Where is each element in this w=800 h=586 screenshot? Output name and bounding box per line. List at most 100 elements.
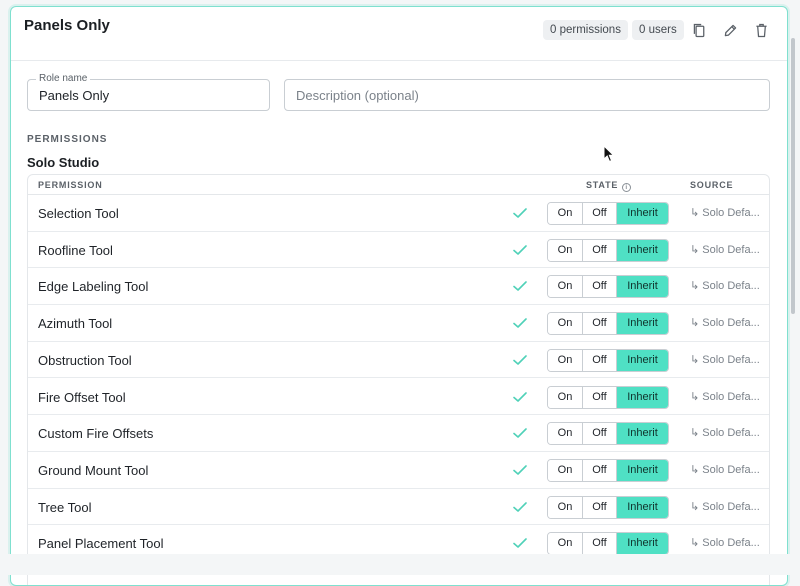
state-on-button[interactable]: On <box>548 496 583 518</box>
column-header-permission: PERMISSION <box>38 180 103 190</box>
state-inherit-button[interactable]: Inherit <box>617 533 668 555</box>
permission-row: Azimuth Tool On Off Inherit ↳ Solo Defa... <box>28 305 769 342</box>
state-off-button[interactable]: Off <box>583 533 617 555</box>
permission-row: Roofline Tool On Off Inherit ↳ Solo Defa... <box>28 232 769 269</box>
permission-source[interactable]: ↳ Solo Defa... <box>690 353 760 366</box>
permission-row: Tree Tool On Off Inherit ↳ Solo Defa... <box>28 489 769 526</box>
description-field[interactable]: Description (optional) <box>284 79 770 111</box>
column-header-state: STATE i <box>586 180 632 192</box>
permission-row: Obstruction Tool On Off Inherit ↳ Solo Defa.… <box>28 342 769 379</box>
users-count-badge: 0 users <box>632 20 684 40</box>
check-icon <box>513 465 527 475</box>
permission-source[interactable]: ↳ Solo Defa... <box>690 279 760 292</box>
permission-name: Fire Offset Tool <box>38 389 126 405</box>
permissions-table-header: PERMISSION STATE i SOURCE <box>28 175 769 195</box>
state-off-button[interactable]: Off <box>583 203 617 224</box>
permission-row: Custom Fire Offsets On Off Inherit ↳ Solo De… <box>28 415 769 452</box>
permission-group-title: Solo Studio <box>27 155 100 170</box>
trash-icon[interactable] <box>750 19 772 41</box>
permission-name: Azimuth Tool <box>38 316 113 332</box>
state-inherit-button[interactable]: Inherit <box>617 203 668 224</box>
state-toggle: On Off Inherit <box>547 202 669 225</box>
description-placeholder: Description (optional) <box>296 88 419 103</box>
state-on-button[interactable]: On <box>548 349 583 371</box>
state-on-button[interactable]: On <box>548 459 583 481</box>
check-icon <box>513 428 527 438</box>
permission-name: Obstruction Tool <box>38 352 132 368</box>
check-icon <box>513 538 527 549</box>
check-icon <box>513 244 527 255</box>
state-inherit-button[interactable]: Inherit <box>617 386 668 408</box>
permission-name: Ground Mount Tool <box>38 462 149 478</box>
state-toggle: On Off Inherit <box>547 275 669 299</box>
state-on-button[interactable]: On <box>548 239 583 261</box>
state-on-button[interactable]: On <box>548 386 583 408</box>
pencil-icon[interactable] <box>719 19 741 41</box>
permission-source[interactable]: ↳ Solo Defa... <box>690 536 760 549</box>
state-inherit-button[interactable]: Inherit <box>617 313 668 335</box>
role-card: Panels Only 0 permissions 0 users Role n… <box>10 6 788 586</box>
state-toggle: On Off Inherit <box>547 348 669 372</box>
state-off-button[interactable]: Off <box>583 496 617 518</box>
check-icon <box>513 354 527 365</box>
permission-source[interactable]: ↳ Solo Defa... <box>690 426 760 439</box>
scrollbar[interactable] <box>791 38 795 314</box>
state-inherit-button[interactable]: Inherit <box>617 276 668 298</box>
state-on-button[interactable]: On <box>548 533 583 555</box>
role-title: Panels Only <box>24 17 110 34</box>
state-off-button[interactable]: Off <box>583 386 617 408</box>
role-name-field[interactable]: Role name Panels Only <box>27 73 270 111</box>
permissions-section-label: PERMISSIONS <box>27 134 108 145</box>
state-toggle: On Off Inherit <box>547 238 669 262</box>
state-toggle: On Off Inherit <box>547 385 669 409</box>
permission-name: Roofline Tool <box>38 242 113 258</box>
role-name-value: Panels Only <box>39 88 110 103</box>
info-icon[interactable]: i <box>622 183 632 192</box>
permission-name: Custom Fire Offsets <box>38 426 154 442</box>
permission-name: Panel Placement Tool <box>38 536 164 552</box>
permission-name: Tree Tool <box>38 499 92 515</box>
permission-name: Selection Tool <box>38 206 119 221</box>
state-off-button[interactable]: Off <box>583 423 617 445</box>
permission-source[interactable]: ↳ Solo Defa... <box>690 500 760 513</box>
state-toggle: On Off Inherit <box>547 312 669 336</box>
state-toggle: On Off Inherit <box>547 458 669 482</box>
state-inherit-button[interactable]: Inherit <box>617 423 668 445</box>
state-on-button[interactable]: On <box>548 203 583 224</box>
permissions-count-badge: 0 permissions <box>543 20 628 40</box>
permissions-table: PERMISSION STATE i SOURCE Selection Tool O… <box>27 174 770 585</box>
state-toggle: On Off Inherit <box>547 495 669 519</box>
check-icon <box>513 281 527 292</box>
permission-source[interactable]: ↳ Solo Defa... <box>690 206 760 219</box>
state-on-button[interactable]: On <box>548 276 583 298</box>
permission-row: Ground Mount Tool On Off Inherit ↳ Solo Defa… <box>28 452 769 489</box>
state-on-button[interactable]: On <box>548 423 583 445</box>
state-inherit-button[interactable]: Inherit <box>617 459 668 481</box>
page-bottom-strip <box>0 554 800 575</box>
state-inherit-button[interactable]: Inherit <box>617 496 668 518</box>
state-toggle: On Off Inherit <box>547 422 669 446</box>
permission-name: Edge Labeling Tool <box>38 279 149 295</box>
copy-icon[interactable] <box>688 19 710 41</box>
check-icon <box>513 208 527 218</box>
column-header-source: SOURCE <box>690 180 734 190</box>
state-off-button[interactable]: Off <box>583 239 617 261</box>
state-inherit-button[interactable]: Inherit <box>617 239 668 261</box>
permission-source[interactable]: ↳ Solo Defa... <box>690 243 760 256</box>
state-off-button[interactable]: Off <box>583 276 617 298</box>
state-toggle: On Off Inherit <box>547 532 669 556</box>
permission-source[interactable]: ↳ Solo Defa... <box>690 463 760 476</box>
mouse-cursor-icon <box>603 145 615 163</box>
permission-row: Fire Offset Tool On Off Inherit ↳ Solo Defa.… <box>28 379 769 416</box>
permission-source[interactable]: ↳ Solo Defa... <box>690 316 760 329</box>
permission-row: Edge Labeling Tool On Off Inherit ↳ Solo Def… <box>28 268 769 306</box>
check-icon <box>513 391 527 402</box>
state-off-button[interactable]: Off <box>583 349 617 371</box>
state-on-button[interactable]: On <box>548 313 583 335</box>
state-inherit-button[interactable]: Inherit <box>617 349 668 371</box>
permission-source[interactable]: ↳ Solo Defa... <box>690 390 760 403</box>
role-card-header: Panels Only 0 permissions 0 users <box>11 7 787 61</box>
role-name-label: Role name <box>36 73 91 84</box>
state-off-button[interactable]: Off <box>583 459 617 481</box>
state-off-button[interactable]: Off <box>583 313 617 335</box>
